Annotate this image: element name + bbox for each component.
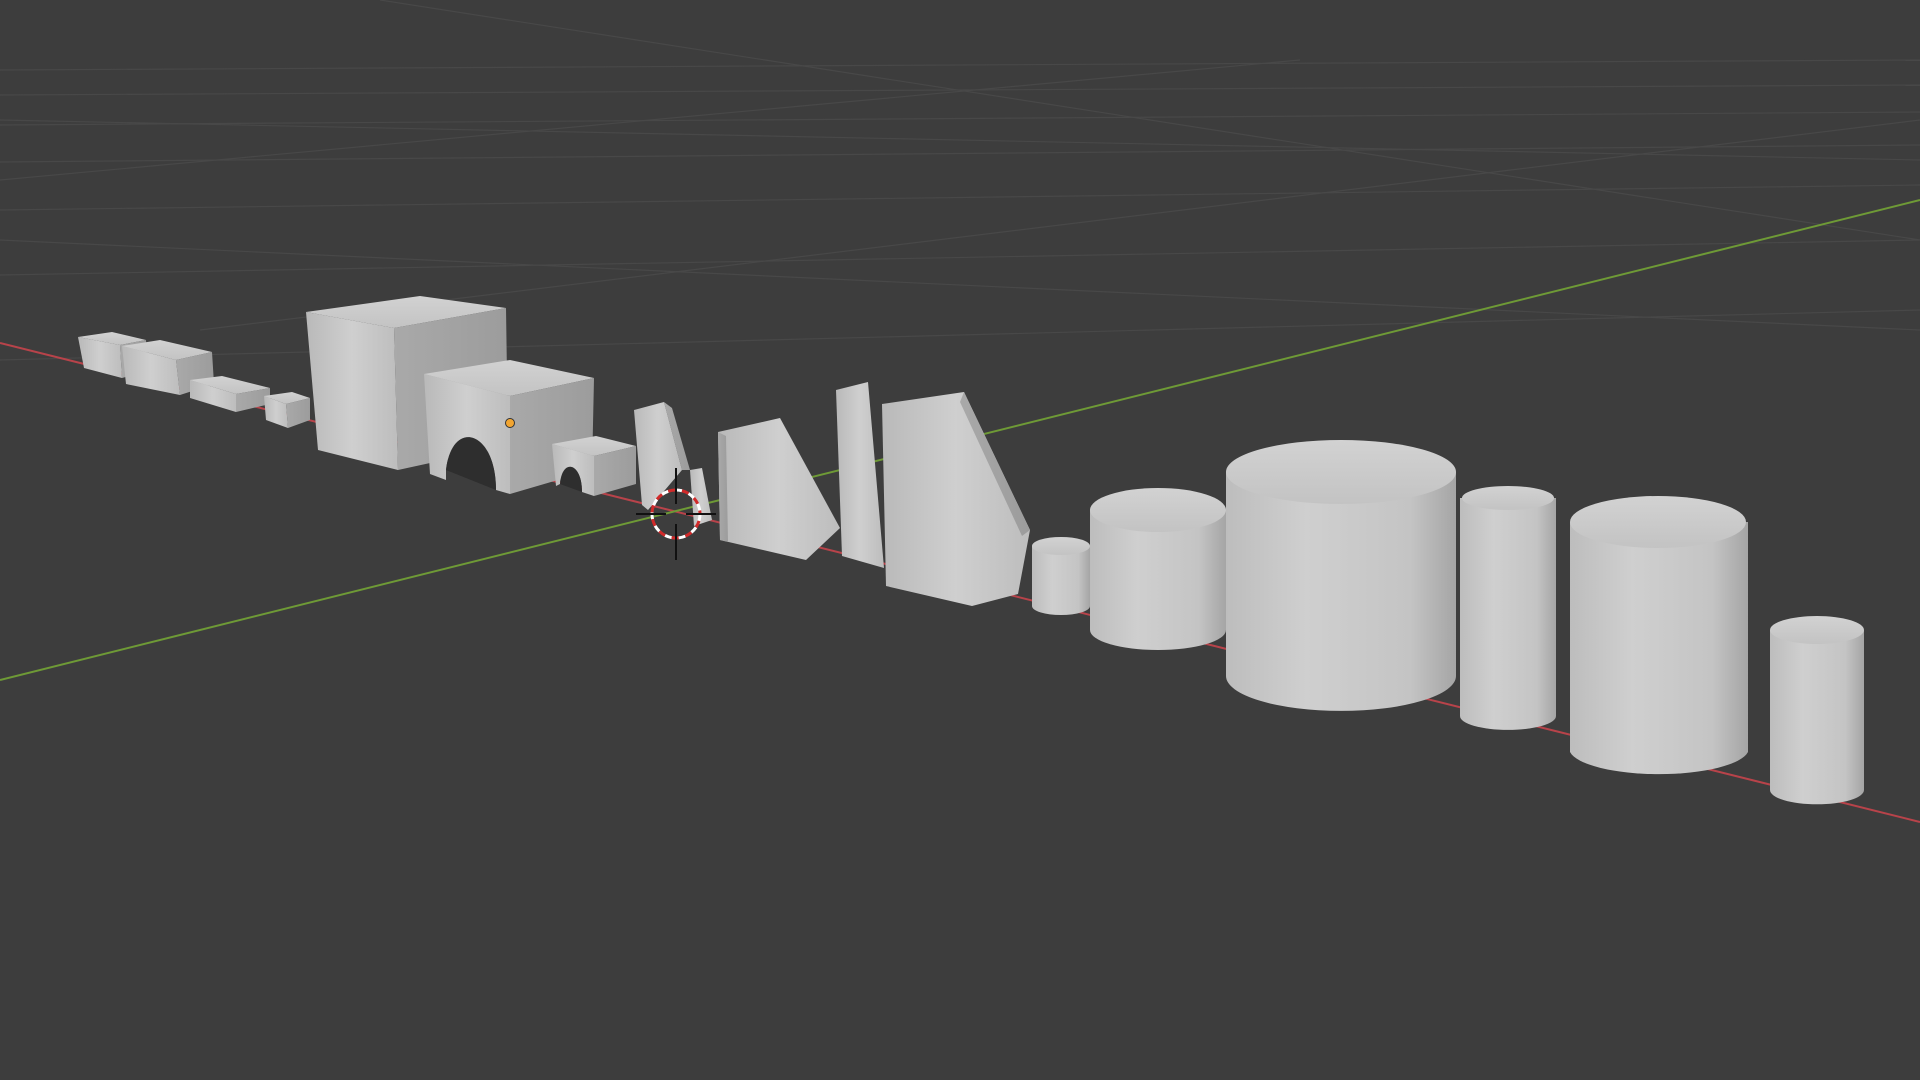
viewport-canvas[interactable] bbox=[0, 0, 1920, 1080]
cylinder-5[interactable] bbox=[1570, 496, 1748, 775]
wedge-3[interactable] bbox=[718, 418, 840, 560]
cylinder-6[interactable] bbox=[1770, 616, 1864, 805]
wedge-5[interactable] bbox=[882, 392, 1030, 606]
object-origin-dot bbox=[505, 418, 515, 428]
arch-small[interactable] bbox=[552, 436, 636, 496]
slab-3[interactable] bbox=[190, 376, 270, 412]
cylinder-3[interactable] bbox=[1226, 440, 1456, 711]
cylinder-2[interactable] bbox=[1090, 488, 1226, 650]
floor-grid bbox=[0, 0, 1920, 361]
cylinder-1[interactable] bbox=[1032, 537, 1090, 615]
cylinder-4[interactable] bbox=[1460, 486, 1556, 730]
wedge-4[interactable] bbox=[836, 382, 884, 568]
3d-viewport[interactable] bbox=[0, 0, 1920, 1080]
slab-4[interactable] bbox=[264, 392, 310, 428]
